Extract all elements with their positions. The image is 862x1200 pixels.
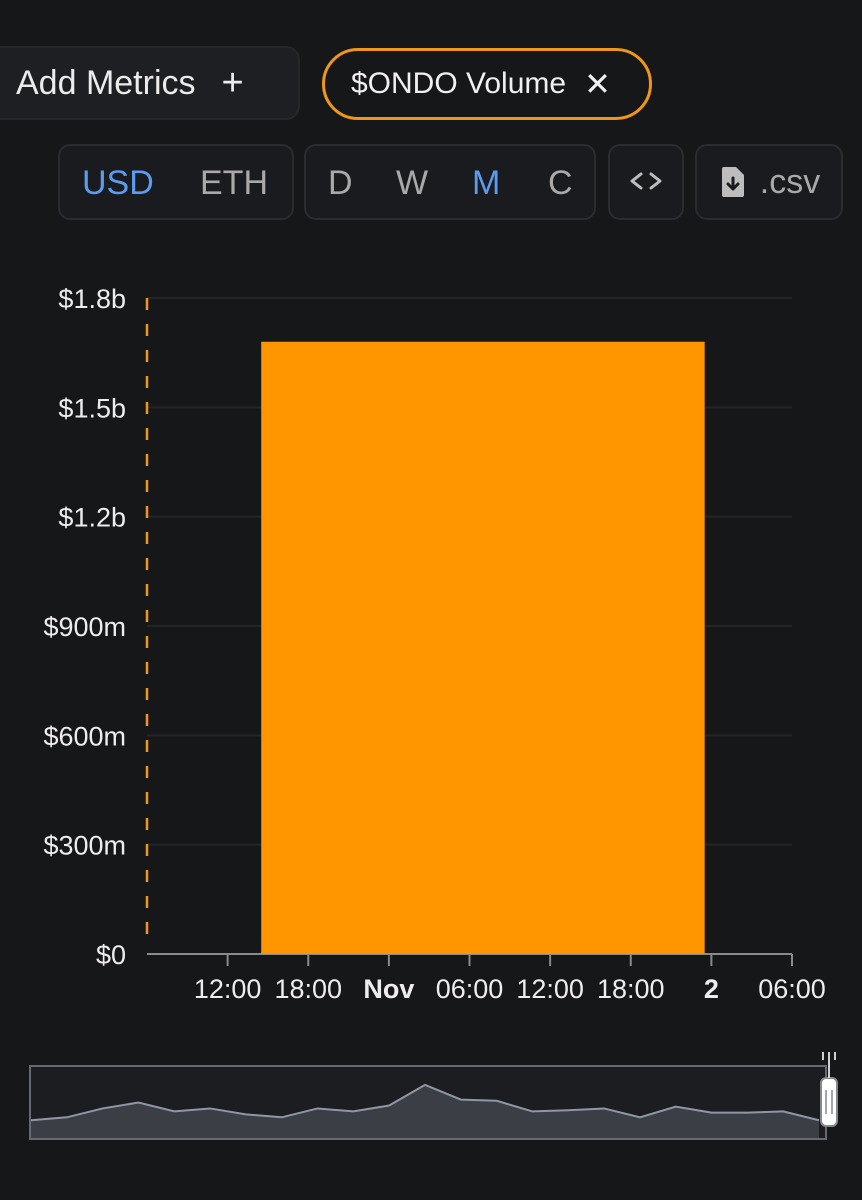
- volume-chart: $0 $300m $600m $900m $1.2b $1.5b $1.8b 12:00 18…: [29, 284, 838, 1140]
- bar-series: [261, 341, 705, 954]
- x-tick-label: 2: [704, 974, 719, 1004]
- navigator-handle[interactable]: [820, 1077, 838, 1127]
- x-tick-label: 06:00: [758, 974, 826, 1004]
- y-tick-label: $1.8b: [58, 284, 126, 314]
- x-tick-label: 12:00: [194, 974, 262, 1004]
- y-tick-label: $900m: [43, 612, 126, 642]
- volume-bar: [261, 341, 705, 954]
- x-tick-label: Nov: [363, 974, 414, 1004]
- range-navigator[interactable]: [29, 1052, 838, 1140]
- x-tick-label: 18:00: [274, 974, 342, 1004]
- x-tick-label: 18:00: [597, 974, 665, 1004]
- y-axis-labels: $0 $300m $600m $900m $1.2b $1.5b $1.8b: [43, 284, 126, 970]
- y-tick-label: $1.5b: [58, 393, 126, 423]
- y-tick-label: $300m: [43, 831, 126, 861]
- x-tick-label: 06:00: [436, 974, 504, 1004]
- x-axis-labels: 12:00 18:00 Nov 06:00 12:00 18:00 2 06:00: [194, 974, 826, 1004]
- y-tick-label: $600m: [43, 721, 126, 751]
- y-tick-label: $0: [96, 940, 126, 970]
- x-tick-label: 12:00: [516, 974, 584, 1004]
- y-tick-label: $1.2b: [58, 503, 126, 533]
